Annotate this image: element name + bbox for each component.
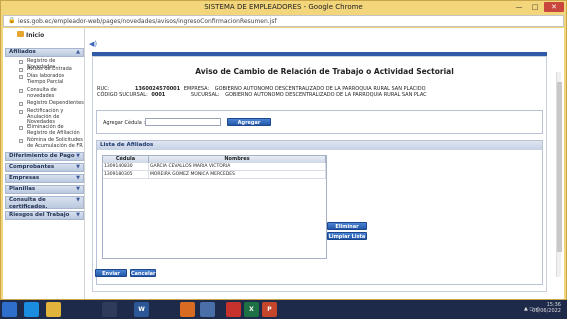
vertical-scrollbar[interactable] (556, 72, 562, 277)
cancel-button[interactable]: Cancelar (130, 269, 156, 277)
menu-section-planillas[interactable]: Planillas ▼ (5, 185, 84, 194)
title-bar: SISTEMA DE EMPLEADORES - Google Chrome —… (1, 1, 566, 15)
powerpoint-icon[interactable]: P (262, 302, 277, 317)
column-header-nombres: Nombres (149, 156, 326, 163)
affiliates-table: Cédula Nombres 1309140830 GARCIA CEVALLO… (102, 155, 327, 259)
home-label: Inicio (26, 32, 45, 39)
doc-icon (19, 126, 23, 130)
delete-button[interactable]: Eliminar (327, 222, 367, 230)
close-button[interactable]: ✕ (544, 2, 564, 12)
add-affiliate-panel: Agregar Cédula : Agregar Afiliado (96, 110, 543, 134)
excel-icon[interactable]: X (244, 302, 259, 317)
cedula-label: Agregar Cédula : (103, 120, 146, 126)
word-icon[interactable]: W (134, 302, 149, 317)
excel-icon-letter: X (249, 306, 254, 313)
menu-section-riesgos[interactable]: Riesgos del Trabajo ▼ (5, 211, 84, 220)
menu-item-eliminacion[interactable]: Eliminación de Registro de Afiliación (9, 124, 84, 136)
table-cell-nombres[interactable]: MOREIRA GOMEZ MONICA MERCEDES (149, 171, 326, 179)
firefox-icon[interactable] (180, 302, 195, 317)
browser-window: SISTEMA DE EMPLEADORES - Google Chrome —… (0, 0, 567, 300)
windows-start-icon[interactable] (2, 302, 17, 317)
word-icon-letter: W (138, 306, 145, 313)
menu-section-diferimiento[interactable]: Diferimiento de Pago ▼ (5, 152, 84, 161)
doc-icon (19, 102, 23, 106)
url-text[interactable]: iess.gob.ec/empleador-web/pages/novedade… (18, 17, 277, 26)
address-bar[interactable]: 🔒 iess.gob.ec/empleador-web/pages/noveda… (3, 15, 564, 27)
page-viewport: Inicio Afiliados ▲ Registro de Novedades… (3, 28, 564, 299)
doc-icon (19, 110, 23, 114)
menu-section-afiliados[interactable]: Afiliados ▲ (5, 48, 84, 57)
affiliates-panel: Lista de Afiliados Cédula Nombres 130914… (96, 140, 543, 285)
table-cell-cedula[interactable]: 1309140830 (103, 163, 149, 171)
pdf-reader-icon[interactable] (226, 302, 241, 317)
doc-icon (19, 89, 23, 93)
powerpoint-icon-letter: P (267, 306, 272, 313)
minimize-button[interactable]: — (512, 2, 526, 12)
column-header-cedula: Cédula (103, 156, 149, 163)
chevron-down-icon: ▼ (76, 164, 80, 170)
codigo-label: CÓDIGO SUCURSAL: (97, 92, 148, 98)
sucursal-value: GOBIERNO AUTONOMO DESCENTRALIZADO DE LA … (225, 92, 427, 98)
menu-item-avisos-entrada[interactable]: Avisos de Entrada (9, 66, 84, 73)
menu-section-certificados[interactable]: Consulta de certificados. ▼ (5, 196, 84, 210)
clock[interactable]: 15:36 06/06/2022 (532, 302, 561, 314)
menu-section-label: Afiliados (9, 49, 36, 55)
menu-item-nomina-solicitudes[interactable]: Nómina de Solicitudes de Acumulación de … (9, 137, 84, 149)
affiliates-header: Lista de Afiliados (97, 141, 542, 150)
sound-icon[interactable]: ◀) (89, 40, 97, 48)
window-title: SISTEMA DE EMPLEADORES - Google Chrome (204, 3, 363, 11)
table-cell-cedula[interactable]: 1309180305 (103, 171, 149, 179)
codigo-value: 0001 (151, 92, 166, 98)
menu-section-comprobantes[interactable]: Comprobantes ▼ (5, 163, 84, 172)
menu-item-consulta-novedades[interactable]: Consulta de novedades (9, 87, 84, 99)
add-affiliate-button[interactable]: Agregar Afiliado (227, 118, 271, 134)
table-cell-nombres[interactable]: GARCIA CEVALLOS MARIA VICTORIA (149, 163, 326, 171)
send-list-button[interactable]: Enviar Lista (95, 269, 127, 285)
doc-icon (19, 60, 23, 64)
file-explorer-icon[interactable] (46, 302, 61, 317)
scrollbar-thumb[interactable] (557, 82, 562, 252)
doc-icon (19, 68, 23, 72)
menu-item-dias-laborados[interactable]: Días laborados Tiempo Parcial (9, 73, 84, 85)
chevron-down-icon: ▼ (76, 186, 80, 192)
internet-explorer-icon[interactable] (24, 302, 39, 317)
chrome-icon[interactable] (102, 302, 117, 317)
chevron-down-icon: ▼ (76, 153, 80, 159)
menu-section-empresas[interactable]: Empresas ▼ (5, 174, 84, 183)
chevron-up-icon: ▲ (76, 49, 80, 55)
doc-icon (19, 139, 23, 143)
chevron-down-icon: ▼ (76, 175, 80, 181)
app-icon[interactable] (200, 302, 215, 317)
lock-icon: 🔒 (8, 17, 16, 24)
codigo-row: CÓDIGO SUCURSAL: 0001 SUCURSAL: GOBIERNO… (97, 92, 427, 98)
page-title: Aviso de Cambio de Relación de Trabajo o… (195, 67, 454, 76)
clock-date: 06/06/2022 (532, 308, 561, 314)
menu-item-registro-dependientes[interactable]: Registro Dependientes (9, 100, 84, 107)
doc-icon (19, 75, 23, 79)
home-icon (17, 31, 24, 37)
main-content: ◀) Aviso de Cambio de Relación de Trabaj… (87, 28, 562, 299)
sidebar: Inicio Afiliados ▲ Registro de Novedades… (3, 28, 85, 299)
home-link[interactable]: Inicio (17, 31, 44, 39)
chevron-down-icon: ▼ (76, 212, 80, 218)
clear-list-button[interactable]: Limpiar Lista (327, 232, 367, 240)
taskbar: W X P ▲ ◻ ◁ 15:36 06/06/2022 (0, 300, 567, 319)
maximize-button[interactable]: □ (528, 2, 542, 12)
employer-info: RUC: 1360024570001 EMPRESA: GOBIERNO AUT… (92, 81, 427, 101)
cedula-input[interactable] (145, 118, 221, 126)
chevron-down-icon: ▼ (76, 197, 80, 203)
sucursal-label: SUCURSAL: (190, 92, 220, 98)
